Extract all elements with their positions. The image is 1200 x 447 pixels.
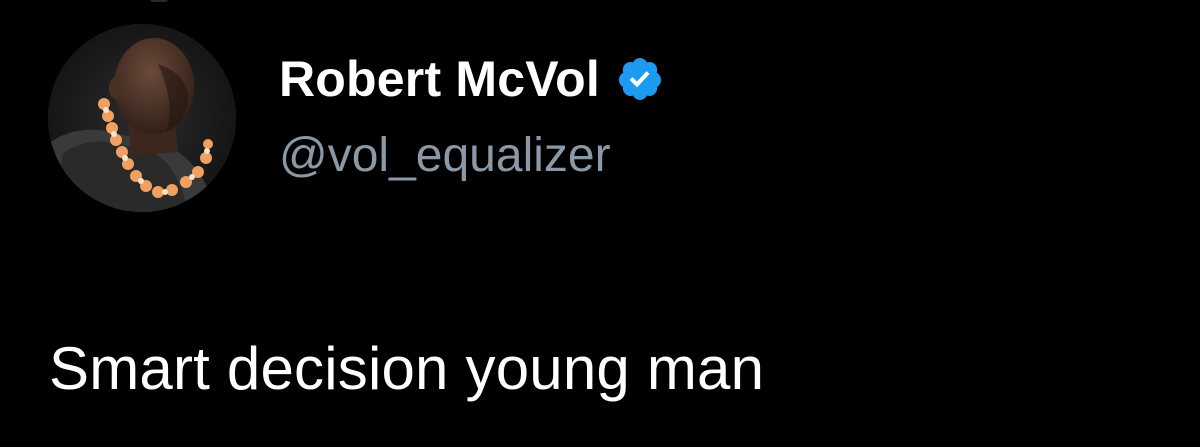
avatar[interactable]	[48, 24, 236, 212]
tweet-text: Smart decision young man	[49, 335, 765, 402]
author-name-row[interactable]: Robert McVol	[279, 48, 664, 110]
verified-badge-icon	[616, 55, 664, 103]
author-display-name[interactable]: Robert McVol	[279, 54, 600, 104]
author-handle[interactable]: @vol_equalizer	[279, 129, 611, 183]
previous-content-fragment	[150, 0, 168, 2]
profile-photo-icon	[48, 24, 236, 212]
